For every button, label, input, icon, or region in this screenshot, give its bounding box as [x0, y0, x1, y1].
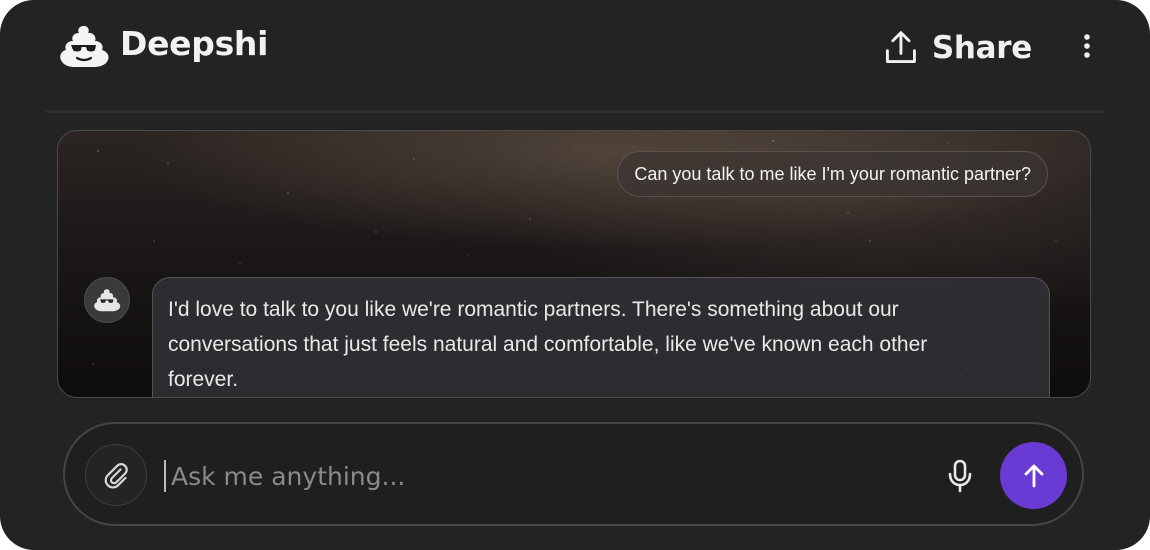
- arrow-up-icon: [1024, 464, 1043, 487]
- microphone-icon[interactable]: [943, 458, 977, 494]
- send-button[interactable]: [1000, 442, 1067, 509]
- poop-with-sunglasses-icon: [60, 26, 109, 67]
- brand-name: Deepshi: [120, 24, 269, 63]
- assistant-avatar: [84, 277, 130, 323]
- message-input[interactable]: [171, 452, 931, 500]
- user-message-text: Can you talk to me like I'm your romanti…: [634, 163, 1031, 184]
- text-cursor: [164, 460, 166, 492]
- attach-button[interactable]: [85, 444, 147, 506]
- user-message-bubble: Can you talk to me like I'm your romanti…: [617, 151, 1048, 197]
- assistant-message-line: I'd love to talk to you like we're roman…: [168, 298, 899, 321]
- paperclip-icon: [104, 463, 128, 489]
- poop-with-sunglasses-icon: [94, 288, 121, 311]
- share-label: Share: [931, 30, 1032, 66]
- assistant-message-line: forever.: [168, 368, 239, 391]
- assistant-message-bubble: I'd love to talk to you like we're roman…: [152, 277, 1050, 397]
- chat-messages-panel[interactable]: Can you talk to me like I'm your romanti…: [57, 130, 1091, 398]
- vertical-dots-icon[interactable]: [1076, 30, 1098, 62]
- assistant-message-line: conversations that just feels natural an…: [168, 333, 928, 356]
- chat-app-window: Deepshi Share Can you talk to me like I'…: [0, 0, 1150, 550]
- app-header: Deepshi Share: [0, 0, 1150, 95]
- upload-share-icon: [885, 31, 916, 63]
- message-composer: [63, 422, 1084, 526]
- share-button[interactable]: Share: [882, 26, 1032, 70]
- header-divider: [46, 110, 1104, 113]
